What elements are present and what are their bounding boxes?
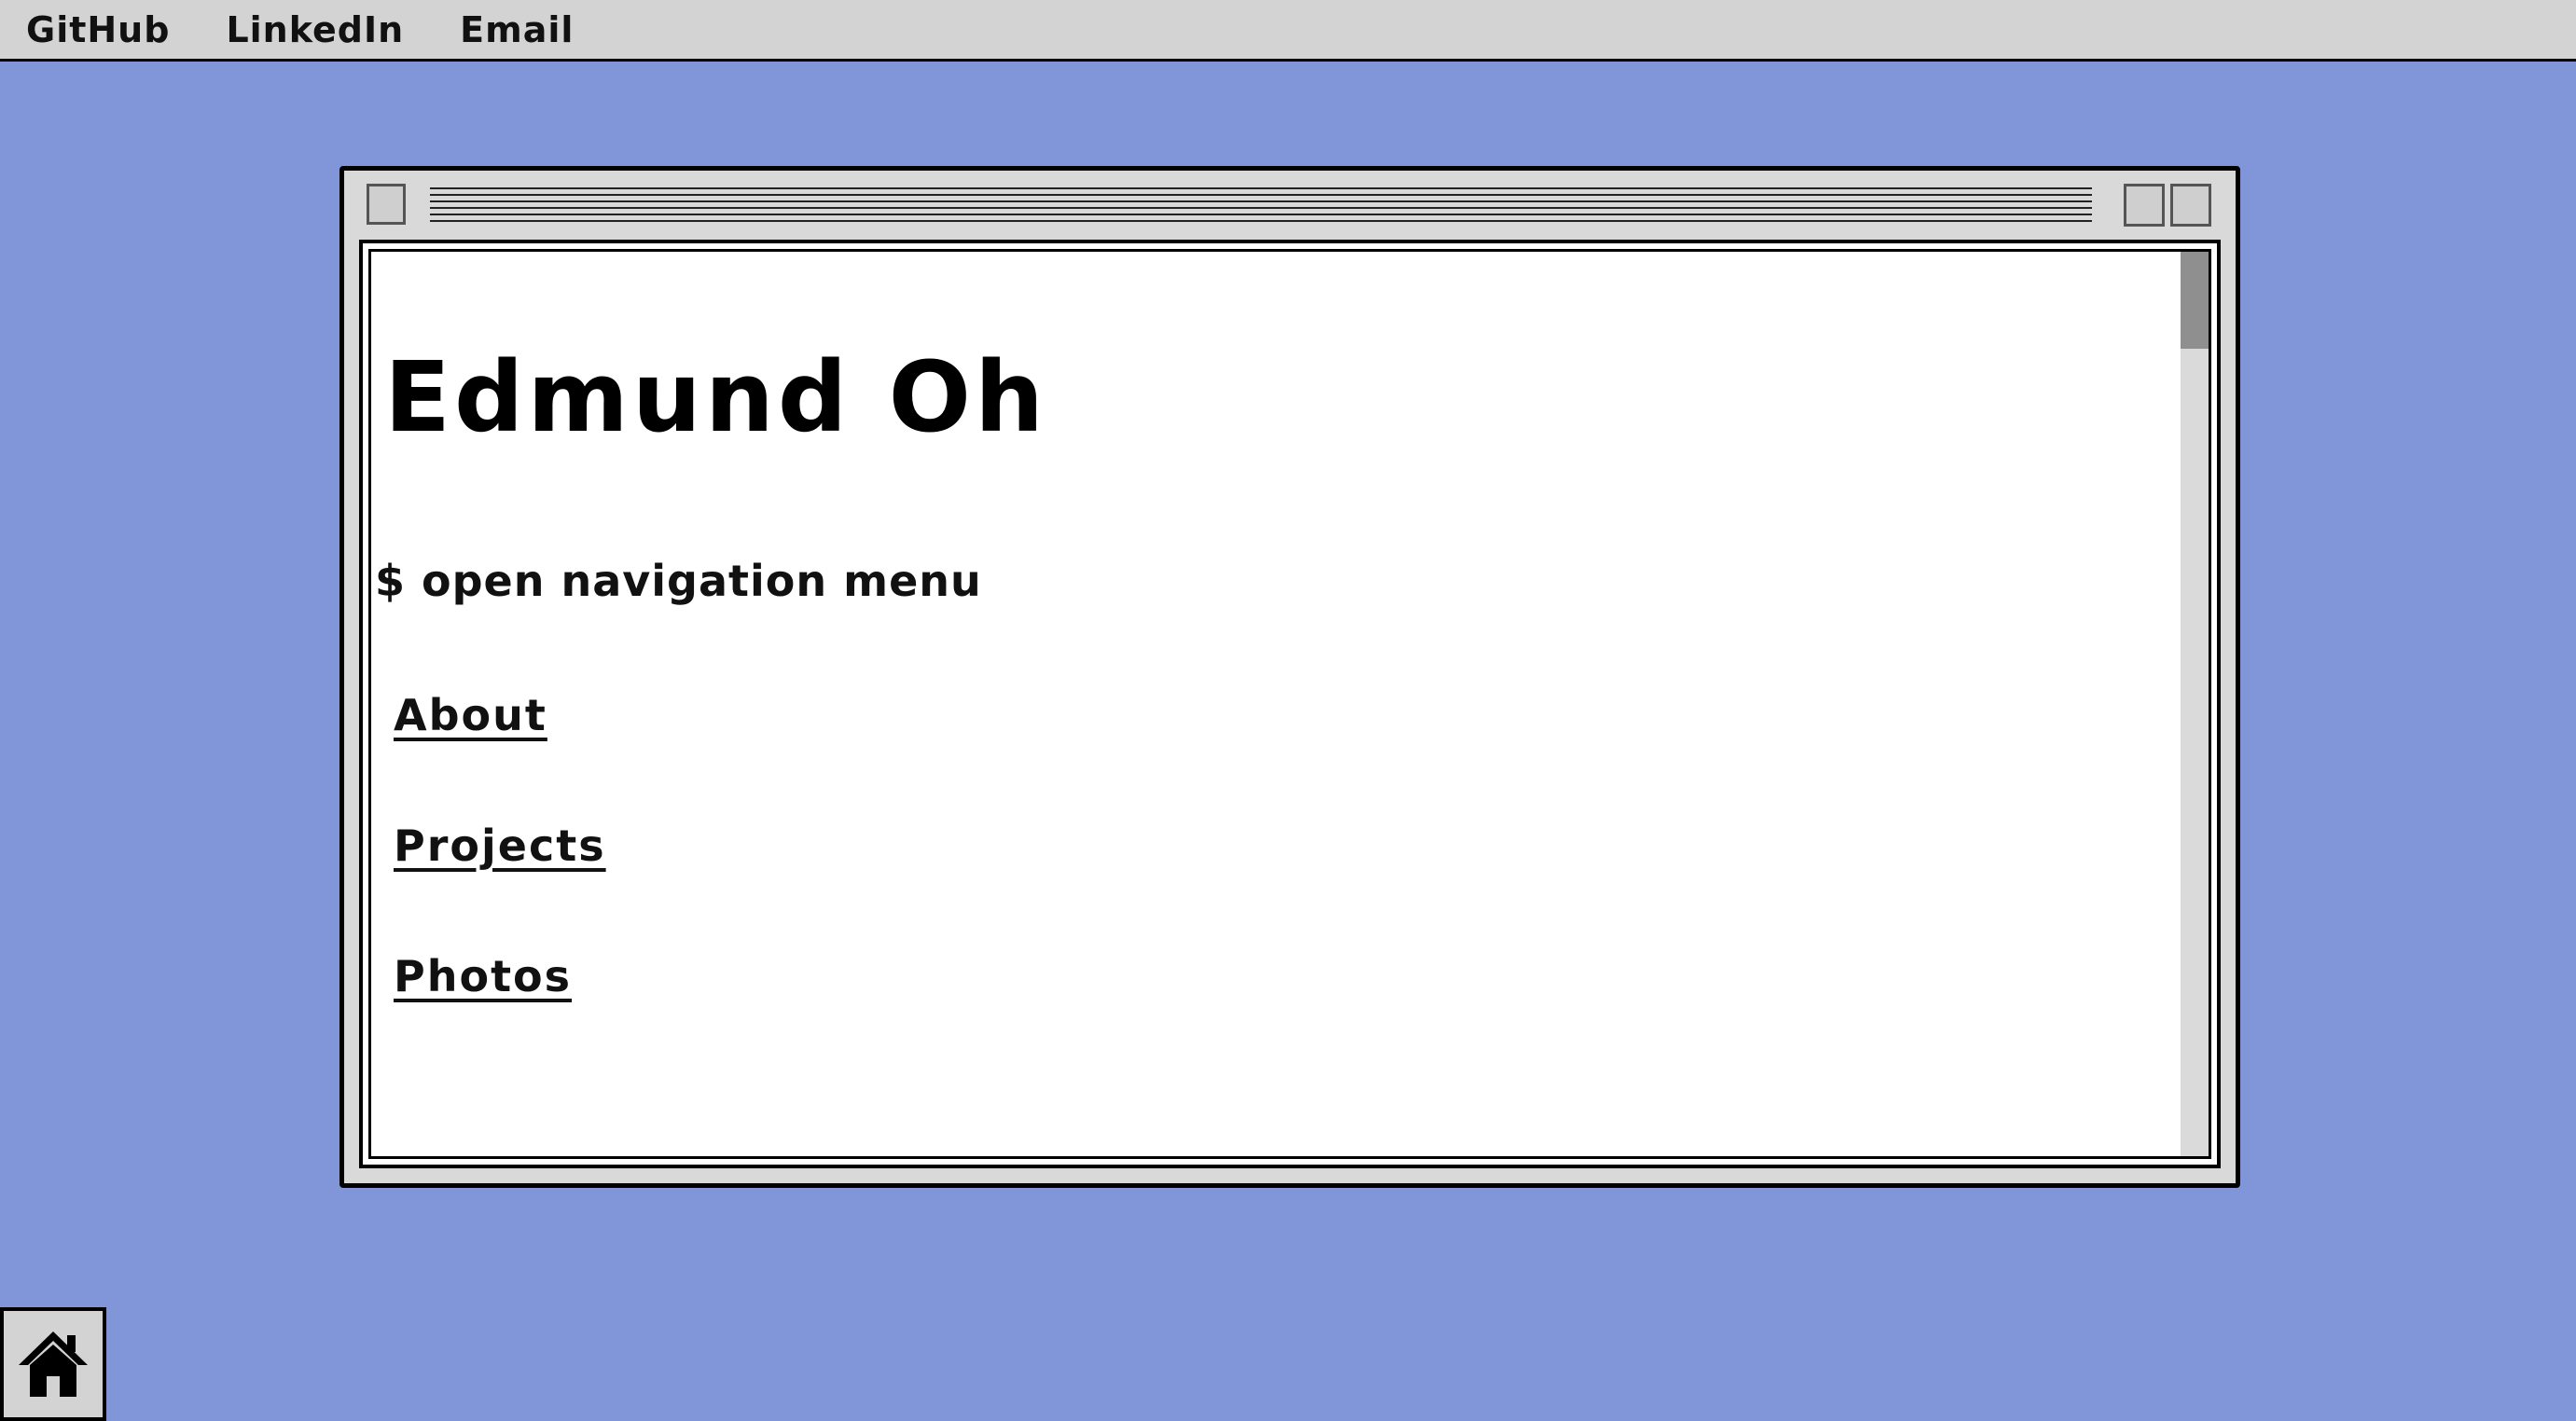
window-title-bar[interactable] <box>344 171 2236 238</box>
menu-item-github[interactable]: GitHub <box>26 9 170 50</box>
window-content-frame: Edmund Oh $ open navigation menu About P… <box>359 240 2221 1168</box>
title-bar-stripes <box>430 187 2092 225</box>
desktop: GitHub LinkedIn Email Edmund Oh $ open n… <box>0 0 2576 1421</box>
close-box[interactable] <box>367 184 406 225</box>
zoom-box[interactable] <box>2170 184 2211 227</box>
vertical-scrollbar[interactable] <box>2181 252 2209 1156</box>
home-button[interactable] <box>0 1307 106 1421</box>
scrollbar-thumb[interactable] <box>2181 252 2209 349</box>
menu-item-linkedin[interactable]: LinkedIn <box>226 9 404 50</box>
window-content: Edmund Oh $ open navigation menu About P… <box>368 249 2211 1159</box>
page-title: Edmund Oh <box>384 340 1048 454</box>
collapse-box[interactable] <box>2124 184 2165 227</box>
menu-item-email[interactable]: Email <box>460 9 574 50</box>
menu-bar: GitHub LinkedIn Email <box>0 0 2576 62</box>
nav-link-photos[interactable]: Photos <box>394 951 572 1001</box>
home-icon <box>19 1331 88 1397</box>
navigation-prompt: $ open navigation menu <box>375 556 982 606</box>
nav-link-projects[interactable]: Projects <box>394 821 606 871</box>
nav-link-about[interactable]: About <box>394 690 547 740</box>
browser-window: Edmund Oh $ open navigation menu About P… <box>339 166 2240 1188</box>
